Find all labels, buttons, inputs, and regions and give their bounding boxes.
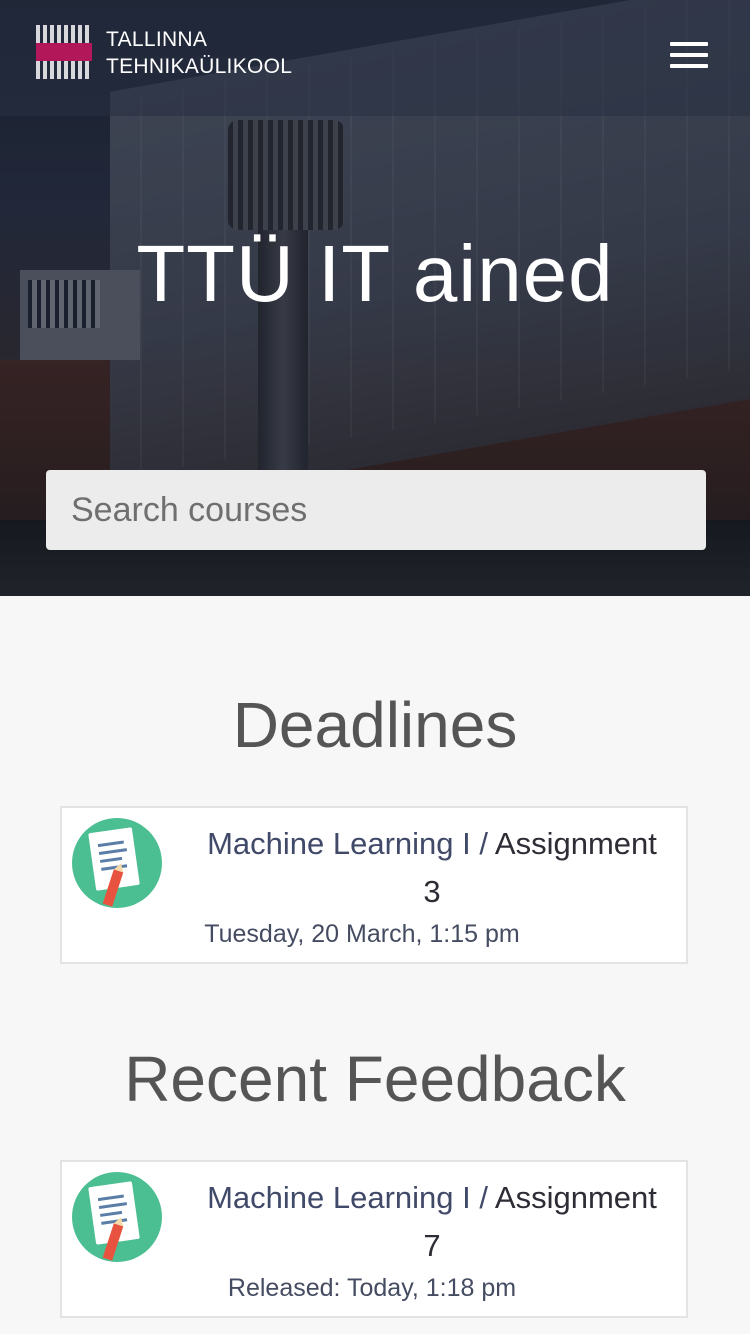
top-navbar: TALLINNA TEHNIKAÜLIKOOL xyxy=(0,0,750,116)
title-separator: / xyxy=(479,1180,489,1215)
deadlines-heading: Deadlines xyxy=(232,689,518,761)
assignment-link[interactable]: Assignment xyxy=(495,1180,657,1215)
hamburger-menu-icon[interactable] xyxy=(670,42,708,72)
feedback-date: Released: Today, 1:18 pm xyxy=(227,1274,517,1302)
search-box[interactable] xyxy=(46,470,706,550)
brand-line-2: TEHNIKAÜLIKOOL xyxy=(106,55,293,78)
course-link[interactable]: Machine Learning I xyxy=(207,826,471,861)
university-logo[interactable] xyxy=(36,25,92,79)
feedback-title: Machine Learning I / Assignment 7 xyxy=(190,1174,674,1270)
deadline-title: Machine Learning I / Assignment 3 xyxy=(190,820,674,916)
assignment-link[interactable]: Assignment xyxy=(495,826,657,861)
assignment-number[interactable]: 3 xyxy=(423,874,440,909)
feedback-card[interactable]: Machine Learning I / Assignment 7 Releas… xyxy=(60,1160,688,1318)
deadline-card[interactable]: Machine Learning I / Assignment 3 Tuesda… xyxy=(60,806,688,964)
feedback-heading: Recent Feedback xyxy=(124,1043,626,1115)
logo-band xyxy=(36,43,92,61)
page-title: TTÜ IT ained xyxy=(136,229,614,318)
title-separator: / xyxy=(479,826,489,861)
assignment-icon xyxy=(72,1172,162,1262)
search-input[interactable] xyxy=(46,470,706,550)
assignment-number[interactable]: 7 xyxy=(423,1228,440,1263)
brand-name[interactable]: TALLINNA TEHNIKAÜLIKOOL xyxy=(106,26,292,80)
course-link[interactable]: Machine Learning I xyxy=(207,1180,471,1215)
brand-line-1: TALLINNA xyxy=(106,28,208,51)
assignment-icon xyxy=(72,818,162,908)
deadline-date: Tuesday, 20 March, 1:15 pm xyxy=(204,920,520,948)
hero-banner: TALLINNA TEHNIKAÜLIKOOL TTÜ IT ained xyxy=(0,0,750,596)
